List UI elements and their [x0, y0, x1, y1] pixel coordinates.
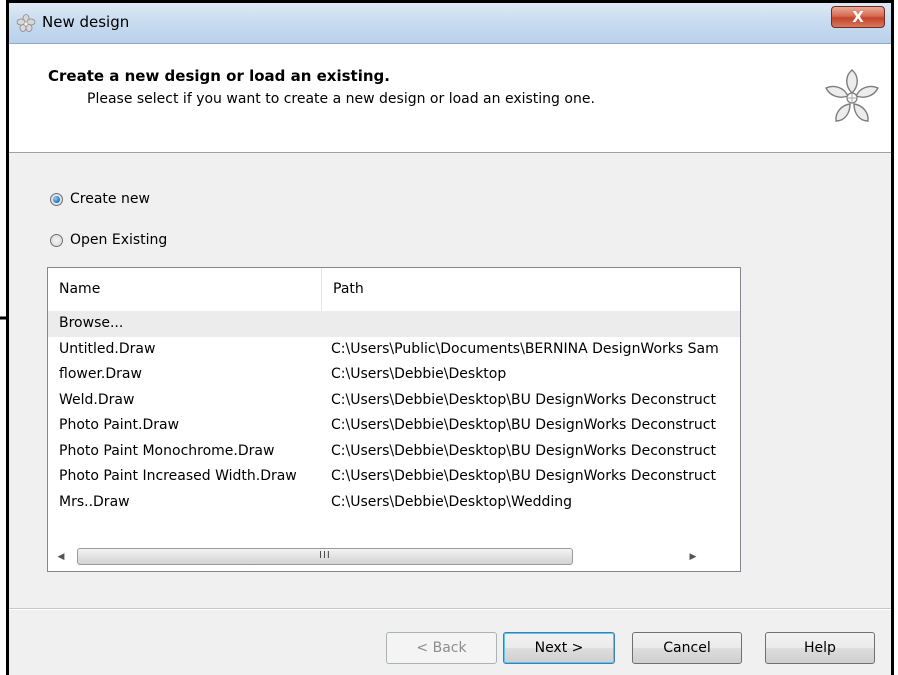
list-header: Name Path — [48, 268, 740, 312]
back-button[interactable]: < Back — [386, 632, 497, 664]
row-name: flower.Draw — [59, 366, 142, 382]
row-name: Photo Paint Monochrome.Draw — [59, 442, 275, 459]
open-existing-label: Open Existing — [70, 232, 168, 248]
list-rows: Browse... Untitled.Draw C:\Users\Public\… — [48, 311, 740, 515]
row-path: C:\Users\Debbie\Desktop — [331, 366, 507, 382]
wizard-header: Create a new design or load an existing.… — [9, 44, 891, 153]
row-name: Photo Paint Increased Width.Draw — [59, 468, 297, 484]
list-row[interactable]: Photo Paint Increased Width.Draw C:\User… — [48, 464, 740, 490]
row-path: C:\Users\Public\Documents\BERNINA Design… — [331, 340, 719, 357]
create-new-radio[interactable] — [50, 192, 63, 206]
column-header-path[interactable]: Path — [322, 268, 740, 311]
create-new-label: Create new — [70, 191, 150, 207]
scroll-left-icon[interactable]: ◀ — [54, 550, 68, 564]
row-path: C:\Users\Debbie\Desktop\BU DesignWorks D… — [331, 442, 716, 459]
list-row-browse[interactable]: Browse... — [48, 311, 740, 337]
header-title: Create a new design or load an existing. — [48, 67, 390, 85]
list-row[interactable]: Photo Paint.Draw C:\Users\Debbie\Desktop… — [48, 413, 740, 439]
scroll-thumb[interactable]: III — [77, 548, 573, 565]
create-new-option[interactable]: Create new — [50, 191, 150, 207]
list-row[interactable]: Photo Paint Monochrome.Draw C:\Users\Deb… — [48, 439, 740, 465]
scroll-right-icon[interactable]: ▶ — [686, 550, 700, 564]
row-name: Browse... — [59, 315, 124, 331]
list-row[interactable]: Mrs..Draw C:\Users\Debbie\Desktop\Weddin… — [48, 490, 740, 516]
row-name: Photo Paint.Draw — [59, 417, 180, 433]
title-bar[interactable]: New design X — [9, 3, 891, 44]
flower-logo-icon — [825, 69, 879, 122]
header-subtitle: Please select if you want to create a ne… — [87, 91, 595, 107]
scroll-grip-icon: III — [319, 550, 331, 561]
row-name: Weld.Draw — [59, 391, 135, 408]
row-name: Mrs..Draw — [59, 493, 130, 510]
cancel-button[interactable]: Cancel — [632, 632, 742, 664]
window-title: New design — [42, 13, 130, 31]
help-button[interactable]: Help — [765, 632, 875, 664]
row-path: C:\Users\Debbie\Desktop\BU DesignWorks D… — [331, 391, 716, 408]
open-existing-option[interactable]: Open Existing — [50, 232, 167, 248]
row-path — [322, 311, 740, 337]
horizontal-scrollbar[interactable]: ◀ III ▶ — [48, 544, 740, 571]
next-button[interactable]: Next > — [503, 632, 615, 664]
open-existing-radio[interactable] — [50, 233, 63, 247]
list-row[interactable]: flower.Draw C:\Users\Debbie\Desktop — [48, 362, 740, 388]
row-path: C:\Users\Debbie\Desktop\BU DesignWorks D… — [331, 468, 716, 484]
recent-designs-list[interactable]: Name Path Browse... Untitled.Draw C:\Use… — [47, 267, 741, 572]
close-button[interactable]: X — [831, 6, 885, 28]
row-path: C:\Users\Debbie\Desktop\BU DesignWorks D… — [331, 417, 716, 433]
row-path: C:\Users\Debbie\Desktop\Wedding — [331, 493, 573, 510]
list-row[interactable]: Weld.Draw C:\Users\Debbie\Desktop\BU Des… — [48, 388, 740, 414]
row-name: Untitled.Draw — [59, 340, 156, 357]
dialog-window: New design X Create a new design or load… — [6, 0, 894, 675]
button-separator-highlight — [9, 609, 891, 610]
list-row[interactable]: Untitled.Draw C:\Users\Public\Documents\… — [48, 337, 740, 363]
column-header-name[interactable]: Name — [48, 268, 322, 311]
flower-app-icon — [16, 14, 36, 32]
wizard-content: Create new Open Existing Name Path Brows… — [9, 153, 891, 608]
